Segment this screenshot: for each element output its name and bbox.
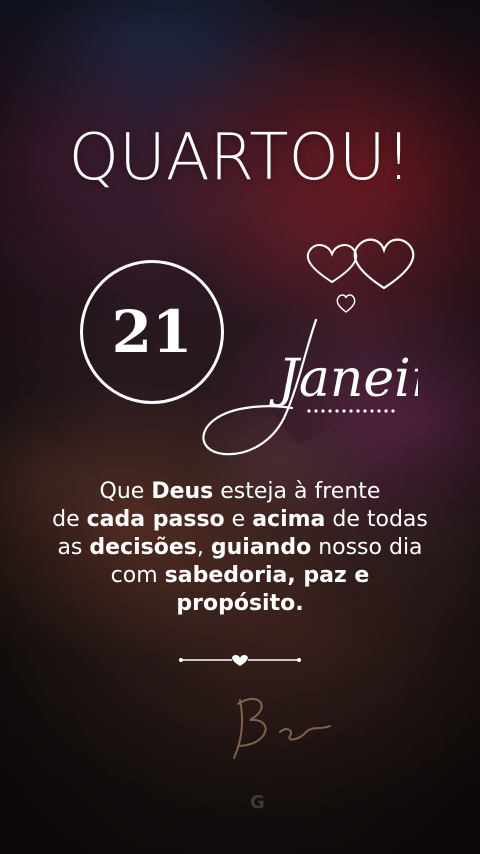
message-emphasis: acima	[252, 507, 326, 532]
message-fragment: de	[52, 507, 87, 532]
message-fragment: Que	[99, 479, 152, 504]
message-emphasis: cada passo	[86, 507, 225, 532]
page-title: QUARTOU!	[68, 121, 412, 195]
message-fragment: nosso dia	[311, 535, 423, 560]
message-emphasis: Deus	[151, 479, 214, 504]
message-fragment: de todas	[325, 507, 428, 532]
message-fragment: e	[224, 507, 253, 532]
dotted-underline	[307, 409, 395, 413]
message-emphasis: propósito.	[176, 591, 304, 616]
heart-icon	[306, 244, 358, 284]
watermark: G	[250, 792, 265, 813]
message-text: Que Deus esteja à frente de cada passo e …	[30, 478, 450, 618]
message-fragment: ,	[196, 535, 211, 560]
month-script: Janeiro	[202, 318, 418, 456]
heart-icon	[353, 238, 415, 290]
message-fragment: as	[57, 535, 90, 560]
message-fragment: esteja à frente	[213, 479, 381, 504]
divider	[179, 654, 301, 666]
signature-logo	[233, 697, 331, 759]
day-number: 21	[111, 298, 193, 366]
message-emphasis: guiando	[210, 535, 312, 560]
message-emphasis: sabedoria, paz e	[164, 563, 370, 588]
month-name: Janeiro	[269, 349, 418, 409]
message-emphasis: decisões	[89, 535, 197, 560]
message-fragment: com	[110, 563, 165, 588]
heart-divider-icon	[232, 654, 248, 666]
